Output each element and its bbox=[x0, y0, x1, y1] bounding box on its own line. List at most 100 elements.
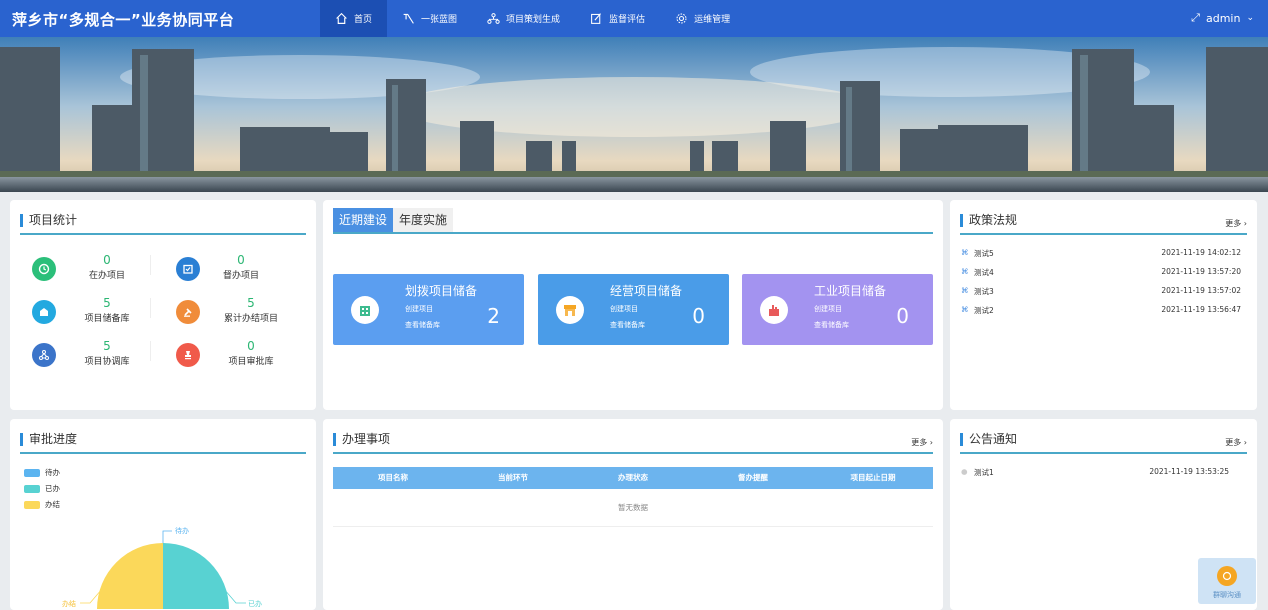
legend-swatch bbox=[24, 468, 40, 477]
card-count: 0 bbox=[692, 304, 705, 328]
more-label: 更多 bbox=[1225, 438, 1242, 447]
create-project-link[interactable]: 创建项目 bbox=[814, 304, 842, 314]
nav-supervision[interactable]: 监督评估 bbox=[575, 0, 660, 37]
stat-approval[interactable]: 0 项目审批库 bbox=[176, 339, 296, 377]
more-label: 更多 bbox=[911, 438, 928, 447]
stamp-icon bbox=[176, 343, 200, 367]
list-item[interactable]: ⌘ 测试2 2021-11-19 13:56:47 bbox=[960, 302, 1247, 320]
paperclip-icon: ⌘ bbox=[961, 286, 969, 295]
panel-title: 审批进度 bbox=[20, 429, 306, 454]
top-bar: 萍乡市“多规合一”业务协同平台 首页 一张蓝图 项目策划生成 监督评估 运维管理… bbox=[0, 0, 1268, 37]
create-project-link[interactable]: 创建项目 bbox=[405, 304, 433, 314]
paperclip-icon: ⌘ bbox=[961, 248, 969, 257]
stat-completed[interactable]: 5 累计办结项目 bbox=[176, 296, 296, 334]
tasks-table-header: 项目名称 当前环节 办理状态 督办提醒 项目起止日期 bbox=[333, 467, 933, 489]
pie-label-pending: 待办 bbox=[175, 527, 189, 535]
policy-panel: 政策法规 更多 › ⌘ 测试5 2021-11-19 14:02:12 ⌘ 测试… bbox=[950, 200, 1257, 410]
nav-home[interactable]: 首页 bbox=[320, 0, 388, 37]
approval-pie-chart bbox=[80, 530, 246, 609]
column-header[interactable]: 办理状态 bbox=[573, 467, 693, 489]
legend-done[interactable]: 已办 bbox=[24, 483, 60, 494]
view-reserve-link[interactable]: 查看储备库 bbox=[814, 320, 849, 330]
panel-title-text: 政策法规 bbox=[969, 213, 1018, 227]
stat-value: 0 bbox=[247, 339, 255, 353]
stat-supervised[interactable]: 0 督办项目 bbox=[176, 253, 296, 291]
tab-annual-implementation[interactable]: 年度实施 bbox=[393, 208, 454, 232]
view-reserve-link[interactable]: 查看储备库 bbox=[405, 320, 440, 330]
blueprint-icon bbox=[403, 13, 414, 24]
create-project-link[interactable]: 创建项目 bbox=[610, 304, 638, 314]
stat-value: 0 bbox=[237, 253, 245, 267]
view-reserve-link[interactable]: 查看储备库 bbox=[610, 320, 645, 330]
pie-slice-finished bbox=[97, 543, 163, 609]
project-stats-panel: 项目统计 0 在办项目 0 督办项目 5 项目储备库 5 累计办结项目 5 项目… bbox=[10, 200, 316, 410]
card-allocation-reserve[interactable]: 划拨项目储备 创建项目 查看储备库 2 bbox=[333, 274, 524, 345]
shop-icon bbox=[556, 296, 584, 324]
legend-swatch bbox=[24, 500, 40, 509]
pie-label-finished: 办结 bbox=[62, 600, 76, 608]
panel-title: 公告通知 更多 › bbox=[960, 429, 1247, 454]
list-item[interactable]: ⌘ 测试5 2021-11-19 14:02:12 bbox=[960, 245, 1247, 263]
username: admin bbox=[1205, 11, 1241, 25]
policy-title: 测试3 bbox=[974, 287, 994, 296]
panel-title-text: 公告通知 bbox=[969, 432, 1018, 446]
more-link[interactable]: 更多 › bbox=[1225, 433, 1247, 453]
empty-state: 暂无数据 bbox=[333, 489, 933, 527]
more-label: 更多 bbox=[1225, 219, 1242, 228]
stat-reserve[interactable]: 5 项目储备库 bbox=[32, 296, 152, 334]
nav-ops[interactable]: 运维管理 bbox=[660, 0, 745, 37]
tasks-panel: 办理事项 更多 › 项目名称 当前环节 办理状态 督办提醒 项目起止日期 暂无数… bbox=[323, 419, 943, 610]
divider bbox=[150, 298, 151, 318]
bullet-icon: ● bbox=[961, 467, 968, 476]
column-header[interactable]: 项目起止日期 bbox=[813, 467, 933, 489]
legend-pending[interactable]: 待办 bbox=[24, 467, 60, 478]
nav-label: 项目策划生成 bbox=[506, 15, 561, 25]
card-title: 划拨项目储备 bbox=[405, 284, 478, 298]
stat-coordination[interactable]: 5 项目协调库 bbox=[32, 339, 152, 377]
stat-label: 项目协调库 bbox=[84, 357, 130, 367]
column-header[interactable]: 当前环节 bbox=[453, 467, 573, 489]
stat-label: 在办项目 bbox=[88, 271, 125, 281]
nav-label: 运维管理 bbox=[694, 15, 731, 25]
nav-blueprint[interactable]: 一张蓝图 bbox=[387, 0, 472, 37]
box-icon bbox=[32, 300, 56, 324]
legend-label: 办结 bbox=[45, 500, 60, 509]
stat-value: 5 bbox=[103, 296, 111, 310]
card-industrial-reserve[interactable]: 工业项目储备 创建项目 查看储备库 0 bbox=[742, 274, 933, 345]
user-menu[interactable]: ⤢ admin ⌄ bbox=[1191, 11, 1254, 25]
divider bbox=[150, 255, 151, 275]
stat-value: 5 bbox=[103, 339, 111, 353]
notice-title: 测试1 bbox=[974, 468, 994, 477]
nav-project-planning[interactable]: 项目策划生成 bbox=[472, 0, 575, 37]
panel-title: 办理事项 更多 › bbox=[333, 429, 933, 454]
stat-label: 项目审批库 bbox=[228, 357, 274, 367]
nav-label: 一张蓝图 bbox=[421, 15, 458, 25]
column-header[interactable]: 督办提醒 bbox=[693, 467, 813, 489]
column-header[interactable]: 项目名称 bbox=[333, 467, 453, 489]
list-item[interactable]: ⌘ 测试3 2021-11-19 13:57:02 bbox=[960, 283, 1247, 301]
card-business-reserve[interactable]: 经营项目储备 创建项目 查看储备库 0 bbox=[538, 274, 729, 345]
group-chat-button[interactable]: 群聊沟通 bbox=[1198, 558, 1256, 604]
legend-finished[interactable]: 办结 bbox=[24, 499, 60, 510]
list-item[interactable]: ● 测试1 2021-11-19 13:53:25 bbox=[960, 464, 1247, 482]
nav-label: 监督评估 bbox=[609, 15, 646, 25]
list-item[interactable]: ⌘ 测试4 2021-11-19 13:57:20 bbox=[960, 264, 1247, 282]
card-count: 0 bbox=[896, 304, 909, 328]
edit-icon bbox=[591, 13, 602, 24]
org-chart-icon bbox=[487, 13, 500, 24]
city-skyline-image bbox=[0, 37, 1268, 192]
fullscreen-icon[interactable]: ⤢ bbox=[1191, 11, 1200, 25]
pie-slice-done bbox=[163, 543, 229, 609]
tab-recent-construction[interactable]: 近期建设 bbox=[333, 208, 394, 232]
policy-date: 2021-11-19 13:57:20 bbox=[1161, 267, 1241, 276]
more-link[interactable]: 更多 › bbox=[1225, 214, 1247, 234]
paperclip-icon: ⌘ bbox=[961, 305, 969, 314]
calendar-check-icon bbox=[176, 257, 200, 281]
stat-in-progress[interactable]: 0 在办项目 bbox=[32, 253, 152, 291]
stat-label: 项目储备库 bbox=[84, 314, 130, 324]
pie-label-done: 已办 bbox=[248, 600, 262, 608]
policy-date: 2021-11-19 13:57:02 bbox=[1161, 286, 1241, 295]
gear-icon bbox=[676, 13, 687, 24]
more-link[interactable]: 更多 › bbox=[911, 433, 933, 453]
factory-icon bbox=[760, 296, 788, 324]
